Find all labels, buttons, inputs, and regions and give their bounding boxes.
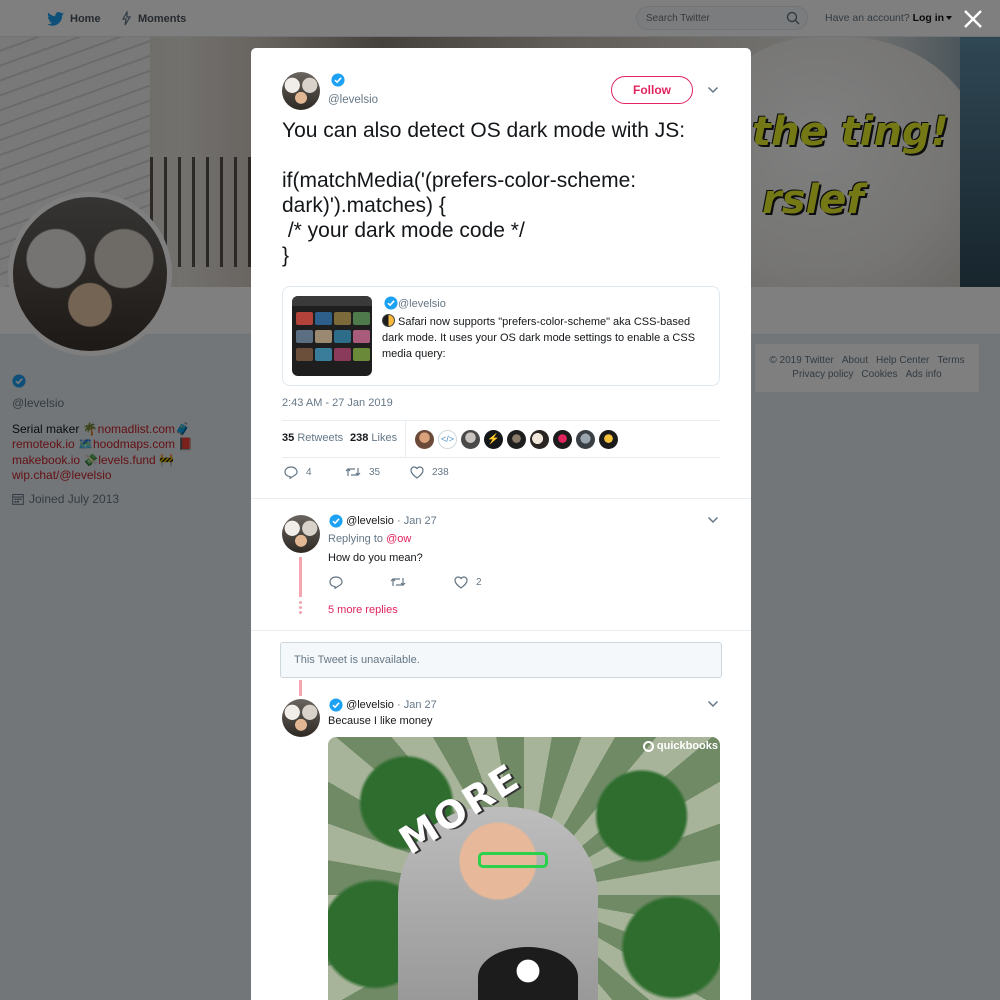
divider [251,630,751,631]
reply-count: 4 [306,467,312,478]
quoted-tweet-handle: @levelsio [398,298,446,310]
verified-badge-icon [384,296,398,310]
retweet-action[interactable] [390,576,406,588]
quoted-tweet-text: Safari now supports "prefers-color-schem… [382,314,712,362]
gif-brand: quickbooks [642,740,718,752]
retweet-action[interactable]: 35 [345,466,380,478]
gif-glasses [478,852,548,868]
retweet-icon [390,578,406,586]
reply-text: How do you mean? [328,552,423,564]
thumbnail-tile [334,312,351,325]
liker-avatar[interactable] [530,430,549,449]
like-action[interactable]: 238 [410,466,449,479]
quoted-tweet[interactable]: @levelsio Safari now supports "prefers-c… [282,286,720,386]
half-moon-emoji-icon [382,314,395,327]
replying-prefix: Replying to [328,533,384,545]
like-count: 2 [476,577,482,588]
thumbnail-tile [315,348,332,361]
thumbnail-tile [353,348,370,361]
liker-avatar[interactable] [553,430,572,449]
liker-avatar[interactable] [507,430,526,449]
chevron-down-icon[interactable] [706,697,720,711]
likes-stat[interactable]: 238 Likes [350,432,397,444]
thumbnail-tile [353,312,370,325]
likes-label: Likes [371,432,398,444]
tweet-modal: @levelsio Follow You can also detect OS … [251,48,751,1000]
thread-line [299,557,302,597]
retweets-stat[interactable]: 35 Retweets [282,432,343,444]
thumbnail-tile [334,348,351,361]
thread-line [299,680,302,696]
quickbooks-logo-icon [642,740,654,752]
tweet-author-avatar[interactable] [282,72,320,110]
chevron-down-icon[interactable] [706,83,720,97]
follow-button[interactable]: Follow [611,76,693,104]
more-replies-link[interactable]: 5 more replies [328,604,398,616]
thumbnail-tile [296,330,313,343]
reply-action[interactable] [329,576,343,589]
verified-badge-icon [329,514,343,528]
thumbnail-tile [296,348,313,361]
gif-dog [478,947,578,1000]
liker-avatar[interactable] [415,430,434,449]
retweets-label: Retweets [297,432,344,444]
tweet-author-handle[interactable]: @levelsio [328,94,378,106]
thread-dot [299,601,302,604]
replying-to-link[interactable]: @ow [386,533,411,545]
liker-avatar[interactable] [461,430,480,449]
chevron-down-icon[interactable] [706,513,720,527]
tweet-actions: 4 35 238 [282,466,582,486]
like-count: 238 [432,467,449,478]
replying-to: Replying to @ow [328,533,411,545]
thumbnail-header [292,296,372,306]
reply-meta: @levelsio · Jan 27 [329,698,437,712]
reply-text: Because I like money [328,715,433,727]
thumbnail-tile [315,330,332,343]
divider [251,498,751,499]
reply-author-handle[interactable]: @levelsio [346,515,394,527]
liker-avatar[interactable] [599,430,618,449]
reply-action[interactable]: 4 [284,466,312,479]
thumbnail-tile [334,330,351,343]
likes-count: 238 [350,432,369,444]
reply-author-avatar[interactable] [282,699,320,737]
retweet-icon [345,468,361,476]
tweet-stats: 35 Retweets 238 Likes </> ⚡ [282,420,720,458]
quoted-tweet-body: Safari now supports "prefers-color-schem… [382,316,696,360]
like-action[interactable]: 2 [454,576,482,589]
reply-meta: @levelsio · Jan 27 [329,514,437,528]
thumbnail-tile [296,312,313,325]
liker-avatar[interactable] [576,430,595,449]
reply-author-handle[interactable]: @levelsio [346,699,394,711]
gif-brand-label: quickbooks [656,740,718,752]
retweet-count: 35 [369,466,381,478]
heart-icon [454,576,468,589]
reply-icon [329,576,343,589]
stats-divider [405,421,406,458]
reply-gif[interactable]: MORE quickbooks [328,737,720,1000]
thread-dot [299,606,302,609]
tweet-timestamp[interactable]: 2:43 AM - 27 Jan 2019 [282,397,393,409]
thumbnail-tile [315,312,332,325]
quoted-tweet-thumbnail [292,296,372,376]
verified-badge-icon [329,698,343,712]
heart-icon [410,466,424,479]
close-icon[interactable] [962,8,984,30]
liker-avatar[interactable]: ⚡ [484,430,503,449]
tweet-text: You can also detect OS dark mode with JS… [282,119,686,267]
reply-date[interactable]: · Jan 27 [397,515,437,527]
unavailable-tweet: This Tweet is unavailable. [280,642,722,678]
reply-date[interactable]: · Jan 27 [397,699,437,711]
liker-avatar[interactable]: </> [438,430,457,449]
retweets-count: 35 [282,432,295,444]
thread-dot [299,611,302,614]
reply-icon [284,466,298,479]
reply-author-avatar[interactable] [282,515,320,553]
verified-badge-icon [331,73,345,87]
thumbnail-tile [353,330,370,343]
